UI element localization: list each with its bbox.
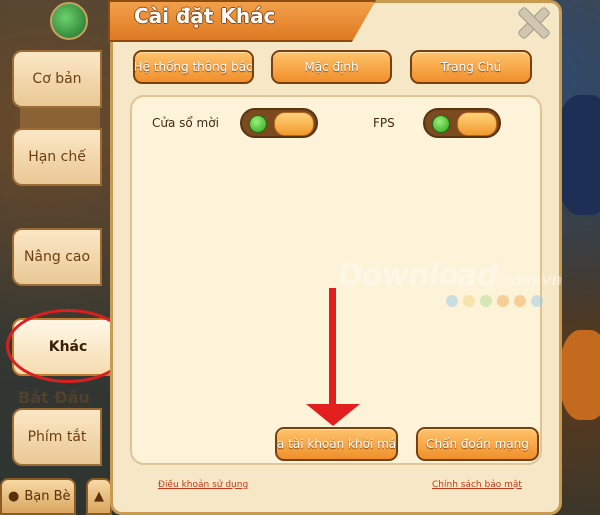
close-icon[interactable] (516, 6, 548, 38)
terms-of-use-link[interactable]: Điều khoản sử dụng (158, 480, 248, 490)
tab-shortcuts[interactable]: Phím tắt (12, 408, 102, 466)
tab-basic[interactable]: Cơ bản (12, 50, 102, 108)
tab-label: Phím tắt (27, 429, 87, 445)
toggle-knob (457, 112, 497, 136)
notification-system-button[interactable]: Hệ thống thông báo (133, 50, 254, 84)
watermark-suffix: .com.vn (497, 270, 562, 289)
watermark-dot (514, 295, 526, 307)
background-character (560, 330, 600, 420)
friends-label: Bạn Bè (24, 489, 71, 504)
tab-label: Cơ bản (32, 71, 82, 87)
popup-window-label: Cửa sổ mời (152, 116, 219, 130)
red-arrow-shaft (329, 288, 336, 406)
watermark-dot (531, 295, 543, 307)
friends-button[interactable]: ● Bạn Bè (0, 478, 76, 515)
red-arrow-head-icon (306, 404, 360, 426)
popup-window-toggle[interactable] (240, 108, 318, 138)
fps-toggle[interactable] (423, 108, 501, 138)
green-orb-icon (50, 2, 88, 40)
watermark-dots (446, 295, 543, 307)
friends-icon: ● (8, 489, 20, 504)
toggle-knob (274, 112, 314, 136)
tab-restrictions[interactable]: Hạn chế (12, 128, 102, 186)
tab-label: Nâng cao (23, 249, 91, 265)
watermark-dot (463, 295, 475, 307)
like-button[interactable]: ▲ (86, 478, 112, 515)
dialog-title: Cài đặt Khác (134, 4, 276, 28)
watermark-dot (497, 295, 509, 307)
home-button[interactable]: Trang Chủ (410, 50, 532, 84)
on-indicator-icon (249, 115, 267, 133)
default-button[interactable]: Mặc định (271, 50, 392, 84)
remove-account-button[interactable]: a tài khoản khỏi máy c (275, 427, 398, 461)
watermark-dot (480, 295, 492, 307)
network-diagnosis-button[interactable]: Chẩn đoán mạng (416, 427, 539, 461)
tab-advanced[interactable]: Nâng cao (12, 228, 102, 286)
watermark-brand: Download (338, 258, 498, 293)
watermark-dot (446, 295, 458, 307)
fps-label: FPS (373, 116, 395, 130)
partial-start-label: Bắt Đầu (18, 388, 90, 407)
on-indicator-icon (432, 115, 450, 133)
thumbs-up-icon: ▲ (94, 489, 104, 504)
privacy-policy-link[interactable]: Chính sách bảo mật (432, 480, 522, 490)
tab-label: Hạn chế (28, 149, 86, 165)
watermark: Download.com.vn (338, 258, 562, 293)
